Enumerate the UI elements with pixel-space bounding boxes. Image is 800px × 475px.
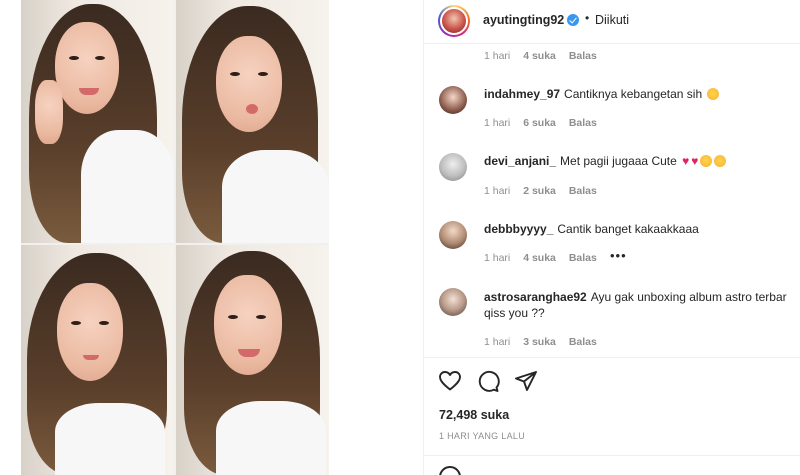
comment-row: astrosaranghae92 Ayu gak unboxing album a…	[484, 289, 787, 321]
heart-icon[interactable]	[438, 369, 462, 393]
commenter-avatar[interactable]	[439, 288, 467, 316]
more-options-icon[interactable]: •••	[610, 248, 627, 263]
follow-status-button[interactable]: Diikuti	[595, 13, 629, 27]
comment-row: devi_anjani_ Met pagii jugaaa Cute ♥ ♥	[484, 153, 727, 169]
photo-tile-3	[21, 245, 174, 475]
comment-text-continuation: qiss you ??	[484, 306, 545, 320]
commenter-avatar[interactable]	[439, 221, 467, 249]
photo-collage[interactable]	[21, 0, 329, 475]
comment-meta-1: 1 hari 6 suka Balas	[484, 117, 607, 129]
photo-tile-1	[21, 0, 174, 243]
reply-button[interactable]: Balas	[569, 50, 597, 62]
comment-username[interactable]: devi_anjani_	[484, 154, 556, 168]
comment-time[interactable]: 1 hari	[484, 252, 510, 264]
reply-button[interactable]: Balas	[569, 336, 597, 348]
post-header: ayutingting92 • Diikuti	[424, 0, 800, 42]
comment-row: debbbyyyy_ Cantik banget kakaakkaaa	[484, 221, 699, 237]
author-username[interactable]: ayutingting92	[483, 13, 564, 27]
face-savoring-icon	[714, 155, 727, 167]
face-savoring-icon	[700, 155, 713, 167]
comment-username[interactable]: indahmey_97	[484, 87, 560, 101]
comment-meta-2: 1 hari 2 suka Balas	[484, 185, 607, 197]
author-avatar[interactable]	[438, 5, 470, 37]
commenter-avatar[interactable]	[439, 86, 467, 114]
red-heart-icon: ♥	[682, 154, 690, 168]
photo-tile-4	[176, 245, 329, 475]
comment-time[interactable]: 1 hari	[484, 185, 510, 197]
like-count[interactable]: 72,498 suka	[439, 408, 509, 422]
comment-time[interactable]: 1 hari	[484, 50, 510, 62]
comment-meta-3: 1 hari 4 suka Balas	[484, 252, 607, 264]
header-divider	[424, 43, 800, 44]
share-icon[interactable]	[514, 369, 538, 393]
comment-likes[interactable]: 4 suka	[523, 252, 556, 264]
comment-likes[interactable]: 6 suka	[523, 117, 556, 129]
comments-divider	[424, 357, 800, 358]
reply-button[interactable]: Balas	[569, 185, 597, 197]
emoji-icon[interactable]	[439, 466, 461, 475]
reply-button[interactable]: Balas	[569, 117, 597, 129]
verified-badge-icon	[567, 14, 579, 26]
red-heart-icon: ♥	[691, 154, 699, 168]
composer-divider	[424, 455, 800, 456]
post-timestamp[interactable]: 1 HARI YANG LALU	[439, 431, 525, 441]
comment-text: Cantik banget kakaakkaaa	[557, 222, 699, 236]
smiling-face-heart-eyes-icon	[707, 88, 720, 100]
comment-meta-0: 1 hari 4 suka Balas	[484, 50, 607, 62]
comment-likes[interactable]: 4 suka	[523, 50, 556, 62]
comment-icon[interactable]	[476, 369, 500, 393]
post-media-area	[0, 0, 423, 475]
comment-time[interactable]: 1 hari	[484, 336, 510, 348]
comment-text: Cantiknya kebangetan sih	[564, 87, 703, 101]
reply-button[interactable]: Balas	[569, 252, 597, 264]
commenter-avatar[interactable]	[439, 153, 467, 181]
comment-likes[interactable]: 3 suka	[523, 336, 556, 348]
comment-username[interactable]: debbbyyyy_	[484, 222, 553, 236]
post-details-panel: ayutingting92 • Diikuti 1 hari 4 suka Ba…	[423, 0, 800, 475]
comment-row: indahmey_97 Cantiknya kebangetan sih	[484, 86, 720, 102]
comment-text: Ayu gak unboxing album astro terbar	[590, 290, 787, 304]
comment-meta-4: 1 hari 3 suka Balas	[484, 336, 607, 348]
photo-tile-2	[176, 0, 329, 243]
comment-likes[interactable]: 2 suka	[523, 185, 556, 197]
comment-time[interactable]: 1 hari	[484, 117, 510, 129]
action-bar	[438, 369, 538, 393]
comment-username[interactable]: astrosaranghae92	[484, 290, 587, 304]
header-separator: •	[585, 11, 590, 25]
comment-text: Met pagii jugaaa Cute	[560, 154, 677, 168]
